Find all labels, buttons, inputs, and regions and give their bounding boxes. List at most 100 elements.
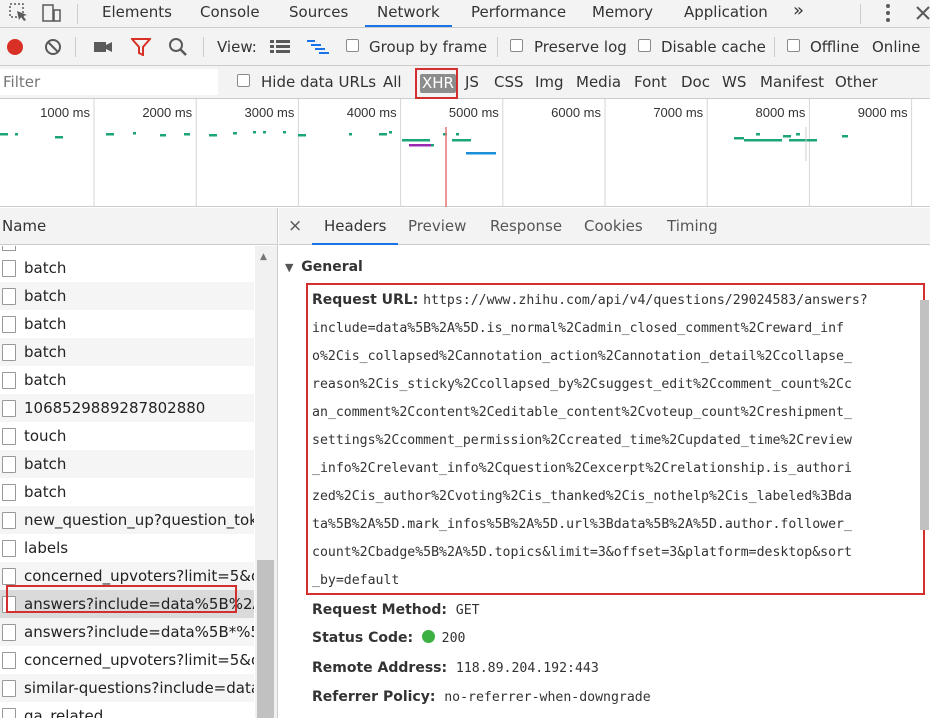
offline-label: Offline <box>810 38 860 56</box>
waterfall-overview-icon[interactable] <box>307 39 329 59</box>
tab-performance[interactable]: Performance <box>471 0 566 27</box>
request-row[interactable]: batch <box>0 366 254 394</box>
request-row[interactable]: answers?include=data%5B*%5D <box>0 618 254 646</box>
request-name: similar-questions?include=data. <box>24 679 254 697</box>
request-list-scroll-thumb[interactable] <box>257 560 274 718</box>
filter-funnel-icon[interactable] <box>129 38 153 60</box>
large-rows-icon[interactable] <box>270 39 290 59</box>
highlight-selected-request-box <box>6 585 237 613</box>
filter-type-img[interactable]: Img <box>535 66 564 99</box>
tab-network[interactable]: Network <box>365 0 452 27</box>
request-name: batch <box>24 343 67 361</box>
view-label: View: <box>217 38 257 56</box>
toolbar-divider <box>203 37 204 57</box>
close-details-icon[interactable]: × <box>288 208 302 245</box>
group-by-frame-checkbox[interactable] <box>346 39 359 52</box>
timeline-request-bar <box>298 134 306 137</box>
status-ok-dot-icon <box>421 630 435 643</box>
timeline-request-bar <box>0 133 8 136</box>
request-row[interactable]: new_question_up?question_toke <box>0 506 254 534</box>
disable-cache-checkbox[interactable] <box>638 39 651 52</box>
disable-cache-label: Disable cache <box>661 38 766 56</box>
request-name: touch <box>24 427 67 445</box>
device-toolbar-icon[interactable] <box>40 2 62 24</box>
tab-preview[interactable]: Preview <box>408 208 466 245</box>
screenshot-camera-icon[interactable] <box>93 39 113 59</box>
tab-elements[interactable]: Elements <box>102 0 172 27</box>
request-row[interactable]: 1068529889287802880 <box>0 394 254 422</box>
filter-type-other[interactable]: Other <box>835 66 878 99</box>
timeline-request-bar <box>106 133 114 136</box>
timeline-request-bar <box>783 135 791 138</box>
general-section-title: General <box>301 259 363 275</box>
request-row[interactable]: batch <box>0 338 254 366</box>
details-scroll-thumb[interactable] <box>920 300 929 530</box>
file-icon <box>2 372 16 389</box>
timeline-request-bar <box>409 144 431 147</box>
request-name: batch <box>24 315 67 333</box>
filter-type-media[interactable]: Media <box>576 66 621 99</box>
timeline-request-bar <box>789 139 817 142</box>
request-row[interactable]: labels <box>0 534 254 562</box>
record-icon[interactable] <box>6 38 24 60</box>
more-tabs-icon[interactable]: » <box>793 0 804 27</box>
timeline-request-bar <box>263 131 266 134</box>
request-row[interactable]: batch <box>0 310 254 338</box>
timeline-request-bar <box>796 133 800 136</box>
filter-type-css[interactable]: CSS <box>494 66 524 99</box>
request-details-panel: × Headers Preview Response Cookies Timin… <box>279 208 930 718</box>
remote-address-value: 118.89.204.192:443 <box>455 661 599 676</box>
file-icon <box>2 428 16 445</box>
tab-console[interactable]: Console <box>200 0 260 27</box>
filter-type-all[interactable]: All <box>383 66 402 99</box>
filter-type-js[interactable]: JS <box>465 66 479 99</box>
kebab-menu-icon[interactable] <box>877 2 899 24</box>
request-row[interactable]: batch <box>0 478 254 506</box>
file-icon <box>2 568 16 585</box>
file-icon <box>2 456 16 473</box>
file-icon <box>2 512 16 529</box>
throttling-select[interactable]: Online <box>872 28 920 66</box>
request-row[interactable]: batch <box>0 450 254 478</box>
highlight-xhr-box <box>415 68 458 99</box>
timeline-request-bar <box>466 152 496 155</box>
toolbar-divider <box>75 37 76 57</box>
general-section-header[interactable]: ▼ General <box>285 255 363 277</box>
request-row[interactable]: qa_related <box>0 702 254 718</box>
clear-icon[interactable] <box>44 38 62 60</box>
referrer-policy-label: Referrer Policy: <box>312 689 436 705</box>
filter-type-ws[interactable]: WS <box>722 66 746 99</box>
preserve-log-checkbox[interactable] <box>510 39 523 52</box>
scroll-up-icon[interactable]: ▲ <box>260 252 267 262</box>
request-row[interactable]: similar-questions?include=data. <box>0 674 254 702</box>
search-icon[interactable] <box>168 37 188 61</box>
filter-type-font[interactable]: Font <box>634 66 667 99</box>
offline-checkbox[interactable] <box>787 39 800 52</box>
file-icon <box>2 624 16 641</box>
toolbar-divider <box>774 37 775 57</box>
request-row[interactable]: touch <box>0 422 254 450</box>
tab-timing[interactable]: Timing <box>667 208 718 245</box>
filter-type-doc[interactable]: Doc <box>681 66 710 99</box>
timeline-tick-label: 5000 ms <box>449 105 499 120</box>
name-column-header[interactable]: Name <box>0 208 277 245</box>
tab-memory[interactable]: Memory <box>592 0 653 27</box>
timeline-request-bar <box>431 144 434 147</box>
toolbar-divider <box>860 4 861 24</box>
inspect-element-icon[interactable] <box>8 2 30 24</box>
request-row[interactable]: batch <box>0 254 254 282</box>
tab-application[interactable]: Application <box>684 0 768 27</box>
tab-response[interactable]: Response <box>490 208 562 245</box>
name-header-label: Name <box>2 217 47 235</box>
timeline-tick-label: 9000 ms <box>858 105 908 120</box>
timeline-overview[interactable]: 1000 ms 2000 ms 3000 ms 4000 ms 5000 ms 6000 … <box>0 99 930 207</box>
tab-headers[interactable]: Headers <box>312 208 399 245</box>
close-devtools-icon[interactable] <box>912 2 930 24</box>
hide-data-urls-checkbox[interactable] <box>237 74 250 87</box>
tab-sources[interactable]: Sources <box>289 0 348 27</box>
tab-cookies[interactable]: Cookies <box>584 208 643 245</box>
filter-type-manifest[interactable]: Manifest <box>760 66 824 99</box>
filter-input[interactable] <box>0 69 218 95</box>
request-row[interactable]: batch <box>0 282 254 310</box>
request-row[interactable]: concerned_upvoters?limit=5&of <box>0 646 254 674</box>
